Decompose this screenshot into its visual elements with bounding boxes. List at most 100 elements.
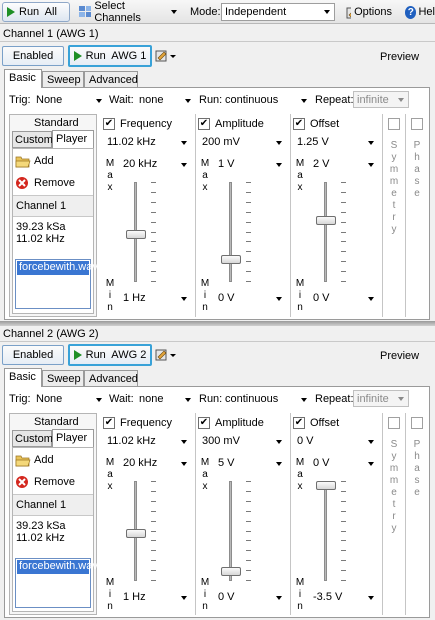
amplitude-min-select[interactable]: 0 V — [216, 291, 286, 307]
frequency-min-select[interactable]: 1 Hz — [121, 291, 191, 307]
tab-advanced[interactable]: Advanced — [84, 71, 138, 88]
offset-checkbox[interactable]: ✔ — [293, 118, 305, 130]
enabled-toggle[interactable]: Enabled — [2, 345, 64, 365]
frequency-max-select[interactable]: 20 kHz — [121, 157, 191, 173]
tab-player[interactable]: Player — [52, 429, 94, 448]
slider-tick — [151, 202, 156, 203]
wait-select[interactable]: none — [137, 392, 195, 408]
file-list[interactable]: forcebewith.wav — [15, 558, 98, 608]
tab-basic[interactable]: Basic — [4, 368, 42, 387]
tab-sweep[interactable]: Sweep — [42, 370, 84, 387]
select-channels-button[interactable]: Select Channels — [74, 0, 182, 24]
phase-checkbox[interactable] — [411, 417, 423, 429]
settings-menu-button[interactable] — [154, 347, 178, 363]
run-mode-label: Run: — [199, 94, 223, 106]
chevron-down-icon — [96, 99, 102, 103]
slider-tick — [246, 192, 251, 193]
trig-select[interactable]: None — [34, 392, 106, 408]
offset-min-select[interactable]: 0 V — [311, 291, 378, 307]
tab-standard[interactable]: Standard — [34, 416, 79, 428]
slider-thumb[interactable] — [221, 255, 241, 264]
help-button[interactable]: ? Hel — [400, 2, 435, 22]
run-mode-select[interactable]: continuous — [223, 93, 311, 109]
trig-select[interactable]: None — [34, 93, 106, 109]
amplitude-slider[interactable] — [216, 182, 266, 282]
run-all-button[interactable]: Run All — [2, 2, 70, 22]
offset-max-select[interactable]: 0 V — [311, 456, 378, 472]
play-icon — [73, 51, 82, 61]
symmetry-checkbox[interactable] — [388, 118, 400, 130]
min-label: Min — [200, 278, 210, 313]
file-item[interactable]: forcebewith.wav — [17, 560, 98, 574]
wait-label: Wait: — [109, 94, 134, 106]
frequency-checkbox[interactable]: ✔ — [103, 118, 115, 130]
remove-button[interactable]: Remove — [15, 175, 75, 191]
frequency-checkbox[interactable]: ✔ — [103, 417, 115, 429]
symmetry-checkbox[interactable] — [388, 417, 400, 429]
offset-slider[interactable] — [311, 182, 361, 282]
add-button[interactable]: Add — [15, 452, 54, 468]
amplitude-min-select[interactable]: 0 V — [216, 590, 286, 606]
slider-thumb[interactable] — [126, 529, 146, 538]
frequency-min-select[interactable]: 1 Hz — [121, 590, 191, 606]
frequency-slider[interactable] — [121, 481, 171, 581]
amplitude-slider[interactable] — [216, 481, 266, 581]
slider-thumb[interactable] — [316, 216, 336, 225]
chevron-down-icon — [368, 440, 374, 444]
slider-thumb[interactable] — [126, 230, 146, 239]
offset-select[interactable]: 0 V — [295, 434, 378, 450]
file-list[interactable]: forcebewith.wav — [15, 259, 98, 309]
tab-standard[interactable]: Standard — [34, 117, 79, 129]
tab-advanced[interactable]: Advanced — [84, 370, 138, 387]
tab-sweep[interactable]: Sweep — [42, 71, 84, 88]
min-label: Min — [105, 577, 115, 612]
remove-button[interactable]: Remove — [15, 474, 75, 490]
chevron-down-icon — [181, 440, 187, 444]
frequency-select[interactable]: 11.02 kHz — [105, 135, 191, 151]
tab-basic[interactable]: Basic — [4, 69, 42, 88]
frequency-slider[interactable] — [121, 182, 171, 282]
amplitude-checkbox[interactable]: ✔ — [198, 417, 210, 429]
run-awg-2-button[interactable]: Run AWG 2 — [68, 344, 152, 366]
slider-tick — [341, 540, 346, 541]
frequency-select[interactable]: 11.02 kHz — [105, 434, 191, 450]
amplitude-max-select[interactable]: 5 V — [216, 456, 286, 472]
frequency-max-select[interactable]: 20 kHz — [121, 456, 191, 472]
offset-checkbox[interactable]: ✔ — [293, 417, 305, 429]
tab-custom[interactable]: Custom — [12, 430, 53, 447]
settings-menu-button[interactable] — [154, 48, 178, 64]
run-awg-1-button[interactable]: Run AWG 1 — [68, 45, 152, 67]
add-button[interactable]: Add — [15, 153, 54, 169]
phase-label: Phase — [413, 439, 421, 498]
slider-thumb[interactable] — [316, 481, 336, 490]
offset-min-select[interactable]: -3.5 V — [311, 590, 378, 606]
repeat-select[interactable]: infinite — [353, 390, 409, 407]
mode-select[interactable]: Independent — [221, 3, 335, 21]
amplitude-checkbox[interactable]: ✔ — [198, 118, 210, 130]
offset-select[interactable]: 1.25 V — [295, 135, 378, 151]
tab-player[interactable]: Player — [52, 130, 94, 149]
help-label: Hel — [418, 6, 435, 18]
amplitude-select[interactable]: 200 mV — [200, 135, 286, 151]
slider-tick — [151, 232, 156, 233]
chevron-down-icon — [301, 99, 307, 103]
offset-max-select[interactable]: 2 V — [311, 157, 378, 173]
file-item[interactable]: forcebewith.wav — [17, 261, 98, 275]
wait-select[interactable]: none — [137, 93, 195, 109]
chevron-down-icon — [301, 398, 307, 402]
enabled-toggle[interactable]: Enabled — [2, 46, 64, 66]
slider-tick — [341, 261, 346, 262]
slider-tick — [151, 570, 156, 571]
run-mode-label: Run: — [199, 393, 223, 405]
repeat-select[interactable]: infinite — [353, 91, 409, 108]
amplitude-max-select[interactable]: 1 V — [216, 157, 286, 173]
phase-checkbox[interactable] — [411, 118, 423, 130]
slider-thumb[interactable] — [221, 567, 241, 576]
amplitude-select[interactable]: 300 mV — [200, 434, 286, 450]
chevron-down-icon — [181, 596, 187, 600]
chevron-down-icon — [276, 297, 282, 301]
run-mode-select[interactable]: continuous — [223, 392, 311, 408]
tab-custom[interactable]: Custom — [12, 131, 53, 148]
offset-slider[interactable] — [311, 481, 361, 581]
options-button[interactable]: Options — [341, 2, 397, 22]
